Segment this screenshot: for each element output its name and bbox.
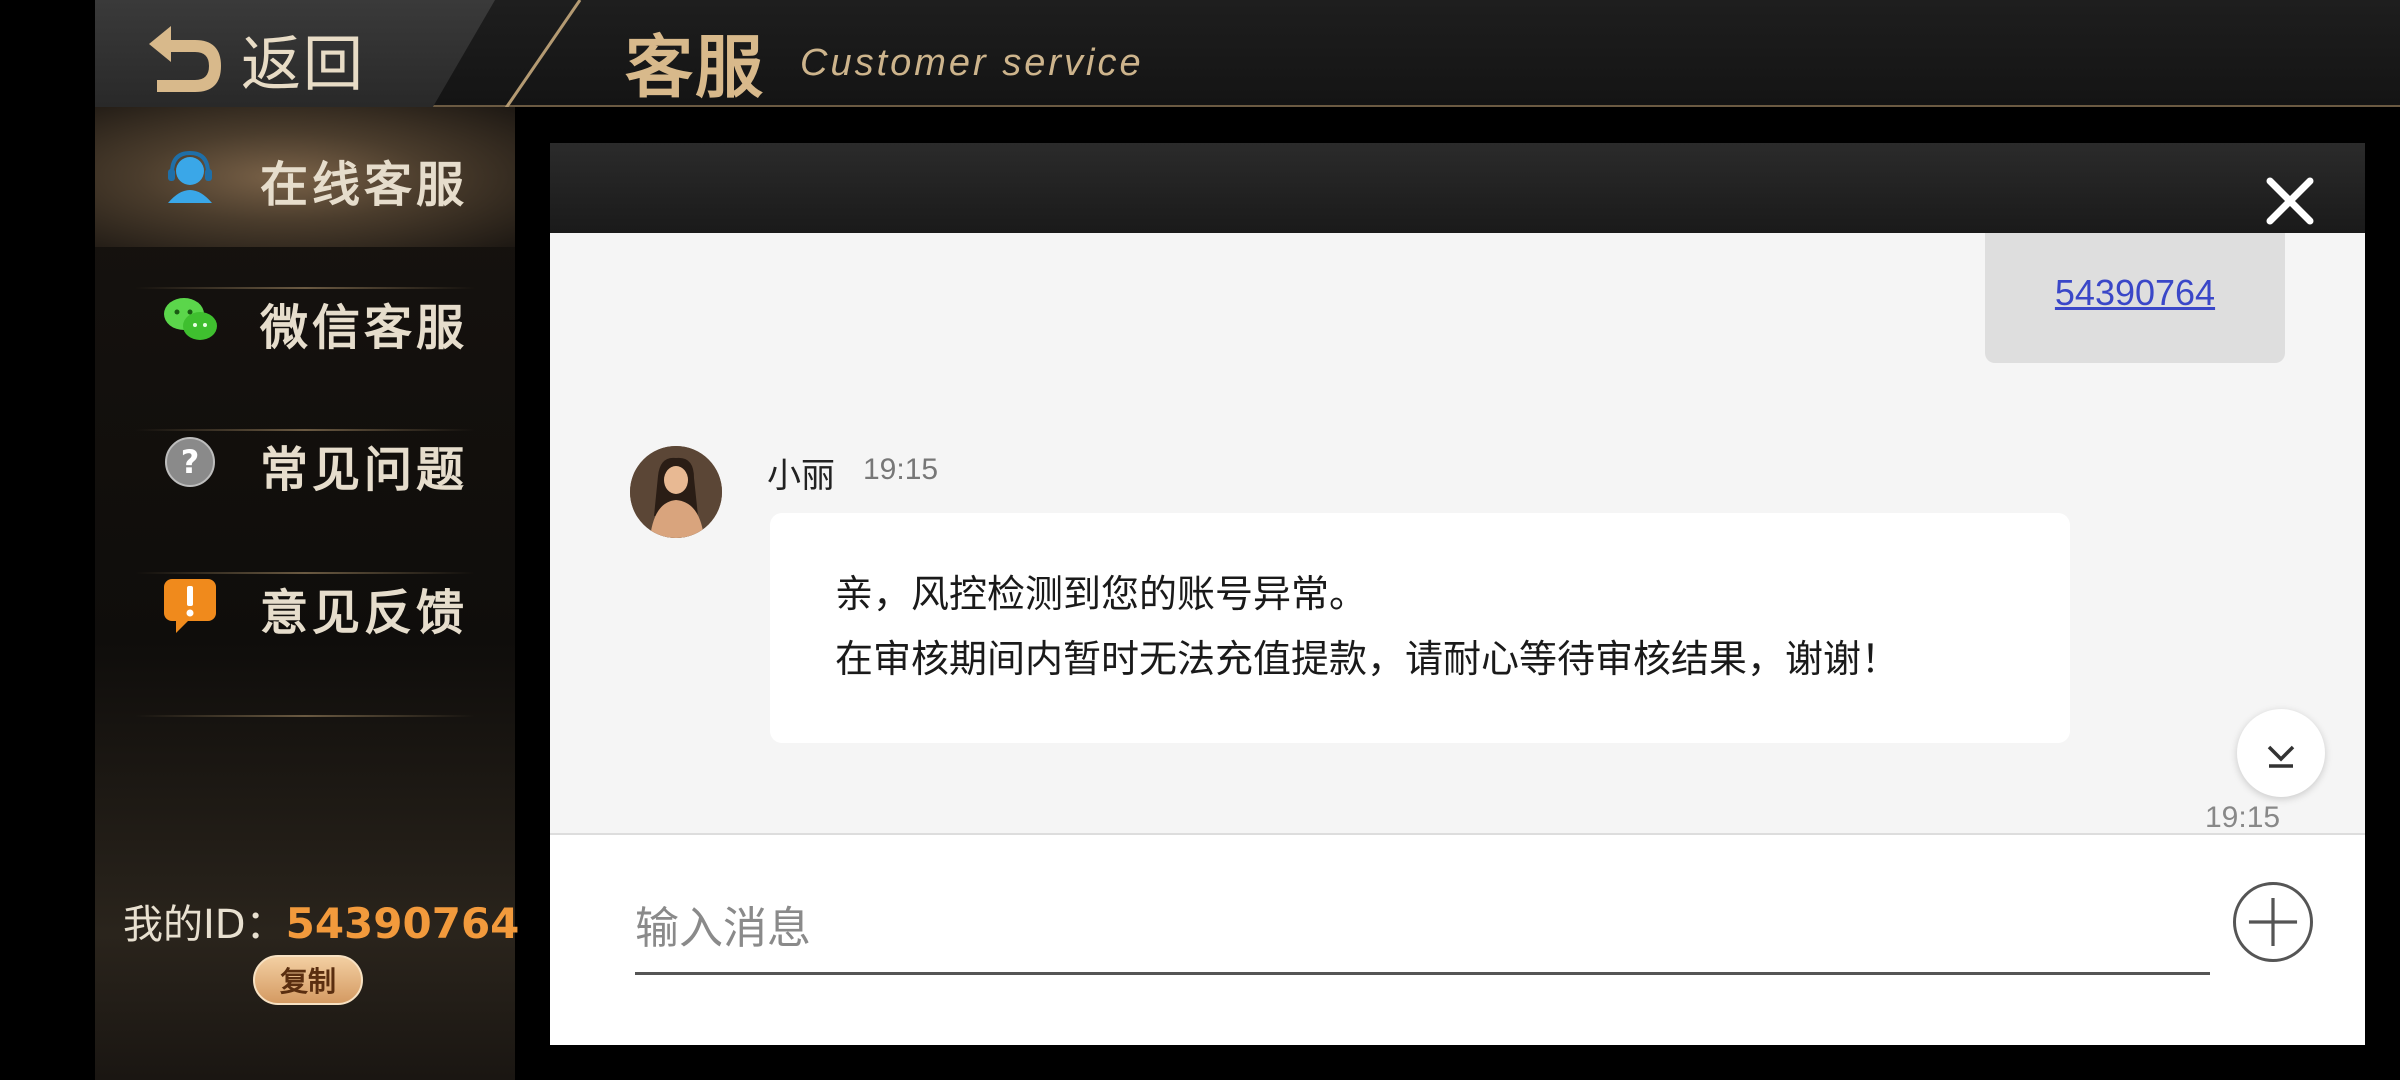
agent-message-time: 19:15	[863, 453, 939, 486]
chat-panel-header	[550, 143, 2365, 233]
back-tab-edge	[493, 0, 582, 124]
chat-message-list[interactable]: 54390764 小丽 19:15 亲，风控检测到您的账号异常。 在审核期间内暂…	[550, 233, 2365, 833]
sent-message-bubble: 54390764	[1985, 233, 2285, 363]
sidebar: 在线客服 微信客服 ? 常见问题 意见反馈 我的ID：54390764 复制	[95, 107, 519, 1080]
sidebar-item-label: 常见问题	[260, 442, 469, 498]
page-subtitle: Customer service	[800, 42, 1144, 84]
my-id-display: 我的ID：54390764	[123, 892, 519, 950]
my-id-label: 我的ID：	[123, 902, 286, 948]
back-arrow-icon	[149, 26, 221, 92]
sidebar-item-wechat-service[interactable]: 微信客服	[95, 250, 515, 390]
wechat-icon	[160, 290, 220, 350]
received-message-bubble: 亲，风控检测到您的账号异常。 在审核期间内暂时无法充值提款，请耐心等待审核结果，…	[770, 513, 2070, 743]
sidebar-item-label: 意见反馈	[260, 585, 469, 641]
back-button[interactable]: 返回	[143, 14, 365, 104]
message-input-bar	[550, 833, 2365, 1045]
svg-text:?: ?	[181, 443, 200, 481]
my-id-value: 54390764	[285, 899, 520, 948]
sidebar-item-faq[interactable]: ? 常见问题	[95, 392, 515, 532]
received-message-line: 亲，风控检测到您的账号异常。	[835, 572, 1368, 616]
sent-message-link[interactable]: 54390764	[2055, 272, 2215, 314]
sidebar-item-online-service[interactable]: 在线客服	[95, 107, 515, 247]
agent-name: 小丽	[767, 456, 835, 496]
app-screen: 返回 客服 Customer service 在线客服 微信客服 ? 常见问题 …	[0, 0, 2400, 1080]
sidebar-item-label: 在线客服	[260, 157, 469, 213]
exclamation-bubble-icon	[160, 575, 220, 635]
chevron-down-bar-icon	[2267, 745, 2295, 768]
scroll-to-bottom-button[interactable]	[2237, 709, 2325, 797]
message-timestamp: 19:15	[2205, 801, 2281, 833]
close-icon[interactable]	[2260, 171, 2320, 231]
question-icon: ?	[160, 432, 220, 492]
headset-user-icon	[160, 147, 220, 207]
received-message-line: 在审核期间内暂时无法充值提款，请耐心等待审核结果，谢谢！	[835, 637, 1900, 681]
page-title: 客服	[625, 28, 766, 108]
message-input[interactable]	[635, 885, 2210, 975]
add-attachment-icon[interactable]	[2233, 882, 2313, 962]
sidebar-item-label: 微信客服	[260, 300, 469, 356]
sidebar-item-feedback[interactable]: 意见反馈	[95, 535, 515, 675]
back-label: 返回	[241, 29, 365, 100]
agent-avatar	[630, 446, 722, 538]
header-bar: 返回 客服 Customer service	[95, 0, 2400, 124]
sidebar-divider	[135, 715, 475, 717]
copy-id-button[interactable]: 复制	[253, 955, 363, 1005]
